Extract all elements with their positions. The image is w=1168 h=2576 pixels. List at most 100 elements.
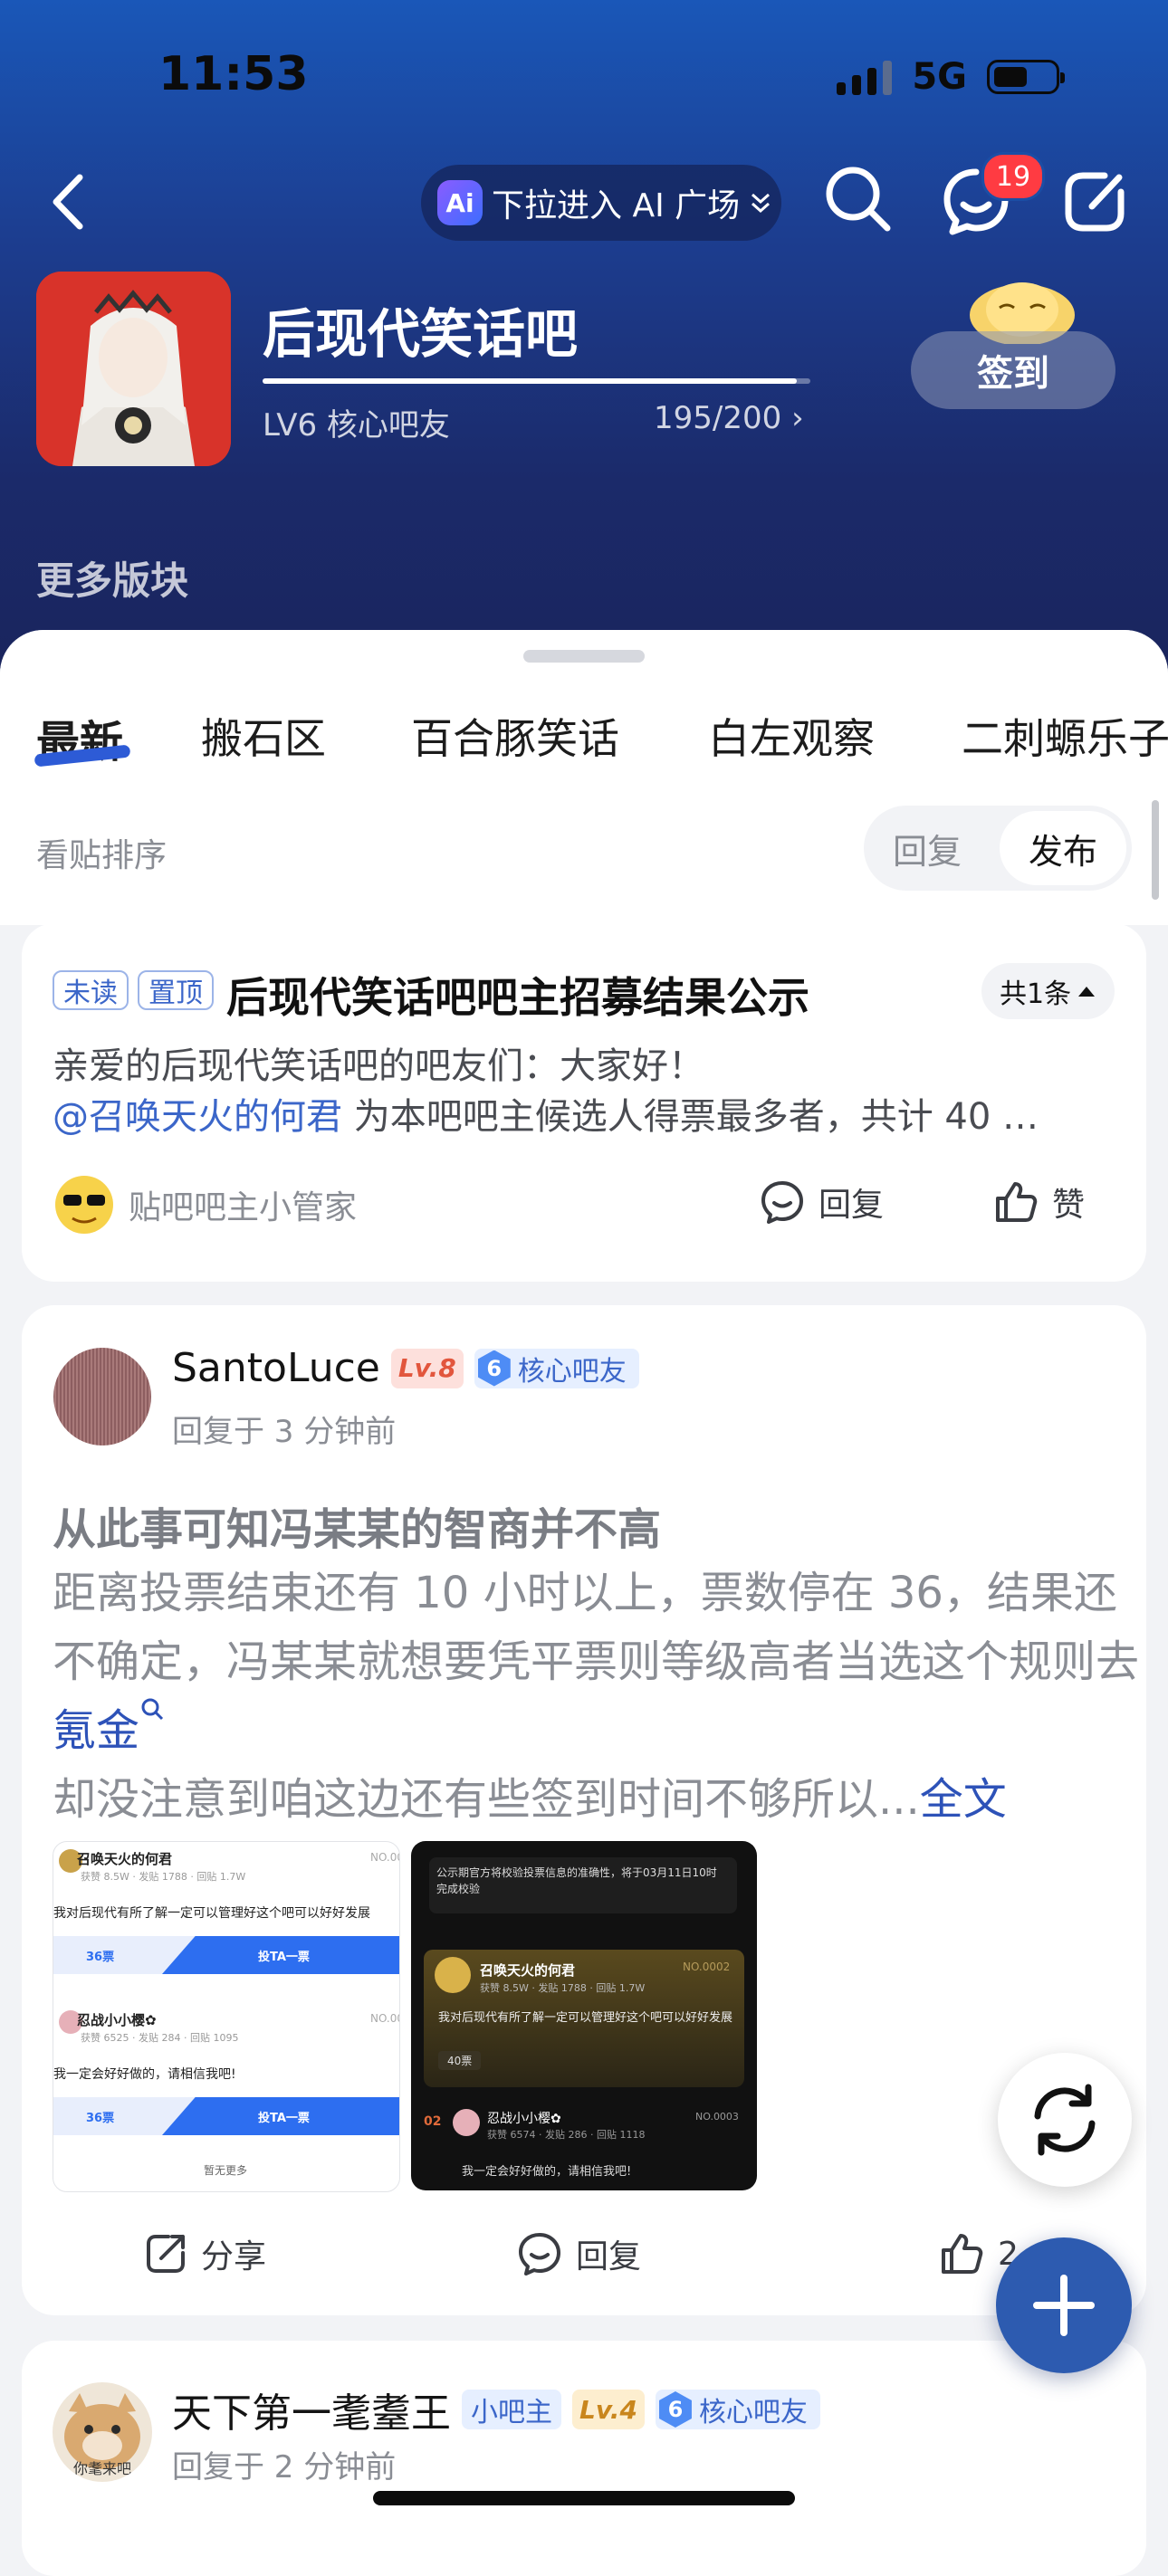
manager-avatar-icon [55,1176,113,1234]
signin-button[interactable]: 签到 [911,331,1115,409]
refresh-button[interactable] [998,2053,1132,2187]
thumb1-no1: NO.00 [370,1851,399,1864]
user-avatar[interactable] [53,1347,152,1446]
post-card[interactable]: 你耄来吧 天下第一耄耋王 小吧主 Lv.4 6 核心吧友 回复于 2 分钟前 [22,2341,1146,2576]
reply-label: 回复 [576,2238,642,2275]
tab-baizuo[interactable]: 白左观察 [708,706,875,766]
chevron-right-icon: › [791,400,804,436]
signal-icon [837,59,893,95]
forum-avatar[interactable] [36,272,231,466]
post-time: 回复于 2 分钟前 [172,2449,397,2485]
post-body: 距离投票结束还有 10 小时以上，票数停在 36，结果还不确定，冯某某就想要凭平… [53,1559,1139,1834]
comment-icon [761,1181,803,1224]
drag-handle[interactable] [523,650,645,663]
tab-yuri-jokes[interactable]: 百合豚笑话 [411,706,619,766]
post-count-toggle[interactable]: 共1条 [981,963,1115,1019]
share-button[interactable]: 分享 [143,2230,266,2277]
full-text-link[interactable]: 全文 [920,1774,1007,1825]
thumb2-votes1: 40票 [438,2051,482,2070]
post-time: 回复于 3 分钟前 [172,1414,397,1450]
user-header: 天下第一耄耋王 小吧主 Lv.4 6 核心吧友 [172,2380,820,2438]
chevron-down-icon [752,193,771,214]
home-indicator[interactable] [373,2491,795,2505]
level-badge: Lv.4 [572,2390,645,2429]
level-count-link[interactable]: 195/200 › [654,400,804,436]
sort-toggle: 回复 发布 [864,806,1132,891]
thumb1-quote2: 我一定会好好做的，请相信我吧! [53,2067,236,2082]
pinned-author-name: 贴吧吧主小管家 [129,1189,358,1226]
mention-link[interactable]: @召唤天火的何君 [53,1096,342,1138]
pinned-reply-button[interactable]: 回复 [759,1178,884,1226]
pinned-post-card[interactable]: 未读 置顶 后现代笑话吧吧主招募结果公示 共1条 亲爱的后现代笑话吧的吧友们：大… [22,923,1146,1282]
thumb1-stats1: 获赞 8.5W · 发贴 1788 · 回贴 1.7W [81,1871,246,1883]
username[interactable]: SantoLuce [172,1345,380,1391]
core-member-label: 核心吧友 [517,1355,627,1388]
core-level-icon: 6 [477,1350,511,1387]
avatar-caption: 你耄来吧 [72,2460,131,2477]
pinned-line2: 为本吧吧主候选人得票最多者，共计 40 … [342,1096,1039,1138]
sort-label: 看贴排序 [36,837,168,874]
post-count: 共1条 [1000,978,1072,1010]
thumb2-rank2: 02 [424,2114,442,2129]
tab-stone[interactable]: 搬石区 [201,706,326,766]
thumb1-name2: 忍战小小樱✿ [77,2012,157,2028]
post-image-2[interactable]: 公示期官方将校验投票信息的准确性，将于03月11日10时完成校验 召唤天火的何君… [411,1841,757,2190]
thumb2-name2: 忍战小小樱✿ [487,2112,561,2126]
pinned-line1: 亲爱的后现代笑话吧的吧友们：大家好！ [53,1045,704,1087]
thumb1-stats2: 获赞 6525 · 发贴 284 · 回贴 1095 [81,2032,239,2044]
tab-acg-fun[interactable]: 二刺螈乐子 [962,706,1168,766]
core-member-badge: 6 核心吧友 [655,2390,820,2429]
caret-up-icon [1078,987,1096,997]
thumb1-quote1: 我对后现代有所了解一定可以管理好这个吧可以好好发展 [53,1906,370,1921]
level-text: LV6 核心吧友 [263,407,450,444]
thumb1-no2: NO.00 [370,2012,399,2025]
core-member-badge: 6 核心吧友 [474,1348,639,1388]
post-image-1[interactable]: 召唤天火的何君 NO.00 获赞 8.5W · 发贴 1788 · 回贴 1.7… [53,1841,400,2192]
small-owner-badge: 小吧主 [462,2390,561,2429]
unread-tag: 未读 [53,970,129,1010]
username[interactable]: 天下第一耄耋王 [172,2380,451,2438]
post-body-more: 却没注意到咱这边还有些签到时间不够所以... [53,1774,920,1825]
thumb2-notice: 公示期官方将校验投票信息的准确性，将于03月11日10时完成校验 [436,1866,717,1895]
pinned-like-button[interactable]: 赞 [992,1178,1085,1226]
sort-by-reply[interactable]: 回复 [864,806,991,891]
thumb2-no2: NO.0003 [695,2111,739,2123]
status-time: 11:53 [158,47,309,101]
thumb2-stats2: 获赞 6574 · 发贴 286 · 回贴 1118 [487,2129,646,2141]
keyword-link[interactable]: 氪金 [53,1705,139,1756]
comment-icon [519,2233,560,2275]
user-header: SantoLuce Lv.8 6 核心吧友 [172,1345,639,1391]
pinned-title: 后现代笑话吧吧主招募结果公示 [226,973,809,1022]
pinned-reply-label: 回复 [819,1187,885,1224]
pinned-excerpt: 亲爱的后现代笑话吧的吧友们：大家好！ @召唤天火的何君 为本吧吧主候选人得票最多… [53,1041,1112,1142]
ai-square-button[interactable]: Ai 下拉进入 AI 广场 [421,165,781,241]
new-post-button[interactable] [996,2237,1132,2373]
pinned-author[interactable]: 贴吧吧主小管家 [53,1173,357,1236]
thumb1-vote-btn1: 投TA一票 [258,1951,310,1964]
sort-by-publish[interactable]: 发布 [1000,811,1126,885]
back-icon[interactable] [45,170,91,234]
reply-button[interactable]: 回复 [516,2230,641,2277]
level-progress-bar [263,378,810,384]
user-avatar[interactable]: 你耄来吧 [53,2382,152,2482]
thumb2-quote2: 我一定会好好做的，请相信我吧! [462,2165,632,2179]
thumb1-vote-btn2: 投TA一票 [258,2112,310,2125]
scrollbar[interactable] [1152,800,1159,900]
thumb2-quote1: 我对后现代有所了解一定可以管理好这个吧可以好好发展 [438,2011,733,2025]
plus-icon [1033,2275,1095,2336]
battery-icon [987,60,1065,94]
share-label: 分享 [201,2238,267,2275]
level-badge: Lv.8 [390,1348,464,1388]
post-card[interactable]: SantoLuce Lv.8 6 核心吧友 回复于 3 分钟前 从此事可知冯某某… [22,1305,1146,2315]
share-icon [147,2235,185,2273]
thumb1-votes1: 36票 [86,1951,115,1964]
thumbs-up-icon [996,1182,1038,1222]
search-icon[interactable] [822,163,895,235]
edit-icon[interactable] [1059,165,1132,237]
more-blocks-link[interactable]: 更多版块 [36,550,188,606]
thumb1-name1: 召唤天火的何君 [77,1851,173,1867]
search-small-icon [141,1698,164,1721]
thumb2-no1: NO.0002 [683,1961,731,1973]
post-title: 从此事可知冯某某的智商并不高 [53,1504,662,1555]
core-member-label: 核心吧友 [698,2397,808,2428]
